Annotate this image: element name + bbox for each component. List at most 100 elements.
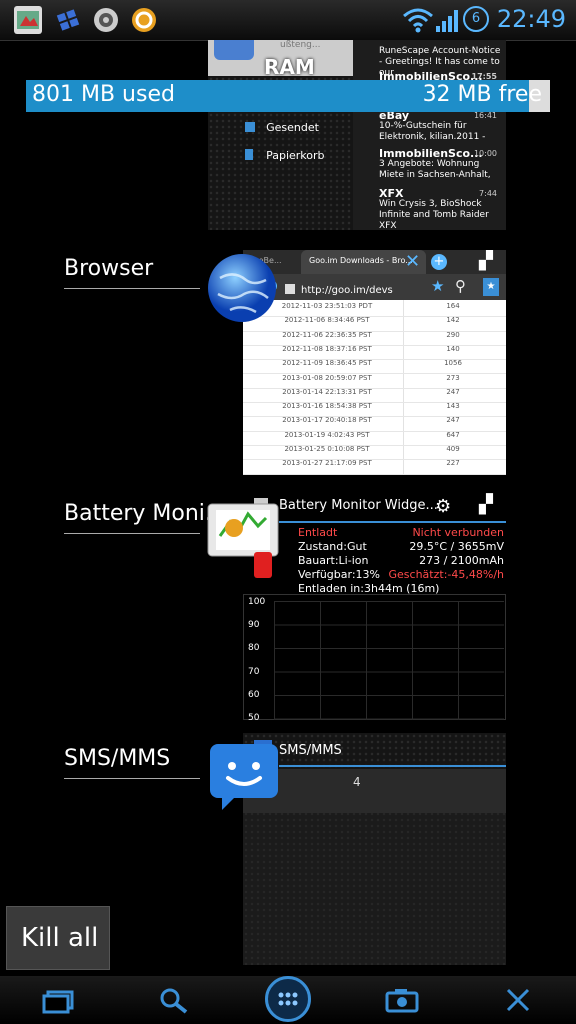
app-label-battery-monitor[interactable]: Battery Moni.. <box>64 501 219 526</box>
row-count: 290 <box>446 330 460 339</box>
row-count: 140 <box>446 344 460 353</box>
divider <box>64 778 200 779</box>
battery-thumbnail[interactable]: Battery Monitor Widge... ⚙ ▞ Entladt Nic… <box>243 488 506 720</box>
row-date: 2013-01-14 22:13:31 PST <box>282 387 372 396</box>
browser-globe-icon <box>206 252 278 324</box>
graph-label: 90 <box>248 620 260 630</box>
bookmark-page-icon[interactable]: ▞ <box>479 494 493 515</box>
url-field[interactable]: http://goo.im/devs <box>285 278 429 296</box>
app-label-sms[interactable]: SMS/MMS <box>64 746 170 771</box>
mail-header: ußteng... RAM <box>208 40 353 79</box>
sms-conversation-row[interactable]: 4 <box>243 769 506 813</box>
camera-icon[interactable] <box>384 984 420 1016</box>
mail-text: 10-%-Gutschein für Elektronik, kilian.20… <box>379 121 486 142</box>
gear-icon[interactable]: ⚙ <box>435 496 451 517</box>
url-text: http://goo.im/devs <box>301 285 393 296</box>
mail-time: 10:00 <box>473 149 497 158</box>
table-row[interactable]: 2013-01-08 20:59:07 PST 273 <box>243 374 506 389</box>
table-row[interactable]: 2013-01-19 4:02:43 PST 647 <box>243 431 506 446</box>
graph-label: 50 <box>248 713 260 720</box>
sms-panel <box>243 813 506 965</box>
battery-available: Verfügbar:13% <box>298 568 380 581</box>
row-date: 2012-11-06 22:36:35 PST <box>282 330 372 339</box>
row-date: 2013-01-08 20:59:07 PST <box>282 373 372 382</box>
sms-count: 4 <box>353 775 361 789</box>
mail-folder-trash[interactable]: Papierkorb <box>245 144 351 163</box>
row-count: 247 <box>446 387 460 396</box>
status-bar: 6 22:49 <box>0 0 576 41</box>
graph-label: 60 <box>248 690 260 700</box>
bookmarks-icon[interactable]: ★ <box>483 278 499 296</box>
row-date: 2012-11-03 23:51:03 PDT <box>281 302 373 310</box>
browser-table: 2012-11-03 23:51:03 PDT 164 2012-11-06 8:3… <box>243 302 506 475</box>
close-icon[interactable] <box>500 984 536 1016</box>
table-row[interactable]: 2012-11-09 18:36:45 PST 1056 <box>243 359 506 375</box>
mail-header-text: ußteng... <box>280 40 321 50</box>
battery-graph: 100 90 80 70 60 50 <box>243 594 506 720</box>
browser-thumbnail[interactable]: ...eBe... Goo.im Downloads - Bro... ✕ + … <box>243 250 506 475</box>
sms-thumbnail[interactable]: SMS/MMS 4 <box>243 733 506 965</box>
battery-temp: 29.5°C / 3655mV <box>409 540 504 553</box>
sent-icon <box>245 121 255 132</box>
bookmark-page-icon[interactable]: ▞ <box>479 250 493 271</box>
table-row[interactable]: 2013-01-17 20:40:18 PST 247 <box>243 416 506 432</box>
mail-item[interactable]: eBay 10-%-Gutschein für Elektronik, kilia… <box>379 110 503 143</box>
kill-all-label: Kill all <box>21 923 99 953</box>
wifi-icon <box>402 6 434 34</box>
graph-grid <box>274 601 504 720</box>
row-count: 143 <box>446 402 460 411</box>
close-tab-icon[interactable]: ✕ <box>405 251 420 272</box>
browser-urlbar: http://goo.im/devs ★ ⚲ ★ <box>243 274 506 300</box>
table-row[interactable]: 2012-11-06 8:34:46 PST 142 <box>243 316 506 332</box>
mail-item[interactable]: ImmobilienSco... 3 Angebote: Wohnung Miet… <box>379 148 503 181</box>
mail-item[interactable]: XFX Win Crysis 3, BioShock Infinite and T… <box>379 188 503 230</box>
battery-status: Entladt <box>298 526 338 539</box>
battery-capacity: 273 / 2100mAh <box>419 554 504 567</box>
row-count: 647 <box>446 430 460 439</box>
table-row[interactable]: 2012-11-06 22:36:35 PST 290 <box>243 331 506 346</box>
table-row[interactable]: 2013-01-16 18:54:38 PST 143 <box>243 402 506 418</box>
folder-label: Gesendet <box>266 121 319 134</box>
sms-app-icon <box>208 740 280 814</box>
bottom-navbar <box>0 976 576 1024</box>
battery-title: Battery Monitor Widge... <box>279 498 438 513</box>
row-date: 2012-11-06 8:34:46 PST <box>284 316 370 325</box>
recent-apps-icon[interactable] <box>40 984 76 1016</box>
row-count: 409 <box>446 445 460 453</box>
row-count: 227 <box>446 459 460 468</box>
ram-label: RAM <box>264 55 315 79</box>
battery-health: Zustand:Gut <box>298 540 367 553</box>
row-date: 2013-01-17 20:40:18 PST <box>282 416 372 425</box>
sms-title: SMS/MMS <box>279 743 342 758</box>
battery-connection: Nicht verbunden <box>412 526 504 539</box>
row-count: 1056 <box>444 359 462 368</box>
row-count: 142 <box>446 316 460 325</box>
mail-thumbnail[interactable]: ußteng... RAM Gesendet Papierkorb RuneSc… <box>208 40 506 230</box>
search-icon[interactable]: ⚲ <box>455 277 466 295</box>
battery-indicator: 6 <box>463 6 489 32</box>
star-icon[interactable]: ★ <box>431 277 444 295</box>
search-icon[interactable] <box>156 984 192 1016</box>
app-icon <box>14 6 42 34</box>
folder-label: Papierkorb <box>266 149 325 162</box>
table-row[interactable]: 2012-11-08 18:37:16 PST 140 <box>243 344 506 361</box>
kill-all-button[interactable]: Kill all <box>6 906 110 970</box>
table-row[interactable]: 2012-11-03 23:51:03 PDT 164 <box>243 302 506 318</box>
app-label-browser[interactable]: Browser <box>64 256 153 281</box>
row-count: 247 <box>446 416 460 425</box>
row-date: 2013-01-16 18:54:38 PST <box>282 402 372 411</box>
windows-icon <box>54 6 82 34</box>
divider <box>64 288 200 289</box>
divider <box>279 521 506 523</box>
orange-app-icon <box>130 6 158 34</box>
row-date: 2013-01-19 4:02:43 PST <box>284 430 370 439</box>
table-row[interactable]: 2013-01-27 21:17:09 PST 227 <box>243 459 506 475</box>
graph-label: 100 <box>248 597 266 607</box>
mail-list: RuneScape Account-Notice - Greetings! It… <box>353 40 506 230</box>
new-tab-icon[interactable]: + <box>431 254 447 270</box>
mail-folder-sent[interactable]: Gesendet <box>245 116 351 135</box>
app-drawer-icon[interactable] <box>265 976 311 1022</box>
row-count: 164 <box>446 302 460 310</box>
table-row[interactable]: 2013-01-25 0:10:08 PST 409 <box>243 445 506 461</box>
table-row[interactable]: 2013-01-14 22:13:31 PST 247 <box>243 387 506 404</box>
